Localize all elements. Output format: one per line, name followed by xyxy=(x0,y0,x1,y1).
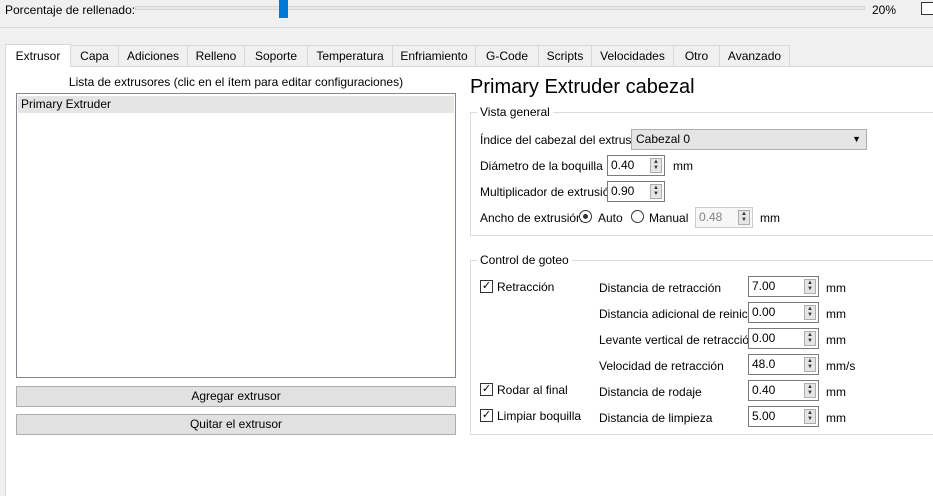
spin-arrows-icon[interactable]: ▲ ▼ xyxy=(650,158,662,173)
width-unit: mm xyxy=(760,211,780,225)
spin-arrows-icon[interactable]: ▲ ▼ xyxy=(650,184,662,199)
ooze-field-label: Distancia adicional de reinicio xyxy=(599,307,758,321)
tab-enfriamiento[interactable]: Enfriamiento xyxy=(393,45,476,67)
spin-arrows-icon: ▲ ▼ xyxy=(738,210,750,225)
ooze-field-unit: mm xyxy=(826,385,846,399)
ooze-field-unit: mm xyxy=(826,307,846,321)
ooze-field-unit: mm xyxy=(826,333,846,347)
manual-radio[interactable] xyxy=(631,210,644,223)
wipe-checkbox[interactable]: ✓ xyxy=(480,409,493,422)
nozzle-value: 0.40 xyxy=(611,158,635,172)
wipe-label: Limpiar boquilla xyxy=(497,409,582,423)
retraction-label: Retracción xyxy=(497,280,555,294)
head-index-label: Índice del cabezal del extrusor xyxy=(480,133,643,147)
ooze-field-unit: mm xyxy=(826,411,846,425)
ooze-field-value: 0.00 xyxy=(752,305,776,319)
retraction-checkbox[interactable]: ✓ xyxy=(480,280,493,293)
ooze-field-unit: mm xyxy=(826,281,846,295)
head-index-select[interactable]: Cabezal 0 ▼ xyxy=(631,129,867,150)
divider xyxy=(0,27,933,28)
overview-title: Vista general xyxy=(477,105,553,119)
ooze-field-value: 0.40 xyxy=(752,383,776,397)
ooze-field-unit: mm/s xyxy=(826,359,856,373)
ooze-field-label: Velocidad de retracción xyxy=(599,359,724,373)
ooze-field-label: Levante vertical de retracción xyxy=(599,333,756,347)
ooze-field-input[interactable]: 48.0 ▲ ▼ xyxy=(748,354,819,375)
extruder-list[interactable]: Primary Extruder xyxy=(16,93,456,378)
auto-radio[interactable] xyxy=(579,210,592,223)
chevron-down-icon: ▼ xyxy=(852,134,861,144)
multiplier-label: Multiplicador de extrusión xyxy=(480,185,617,199)
width-label: Ancho de extrusión xyxy=(480,211,583,225)
tab-temperatura[interactable]: Temperatura xyxy=(308,45,393,67)
ooze-field-value: 0.00 xyxy=(752,331,776,345)
coast-label: Rodar al final xyxy=(497,383,568,397)
remove-extruder-button[interactable]: Quitar el extrusor xyxy=(16,414,456,435)
ooze-field-input[interactable]: 7.00 ▲ ▼ xyxy=(748,276,819,297)
manual-width-input: 0.48 ▲ ▼ xyxy=(695,207,753,228)
ooze-title: Control de goteo xyxy=(477,253,572,267)
nozzle-unit: mm xyxy=(673,159,693,173)
multiplier-value: 0.90 xyxy=(611,184,635,198)
ooze-field-value: 48.0 xyxy=(752,357,776,371)
fill-slider-thumb[interactable] xyxy=(279,0,288,18)
tab-avanzado[interactable]: Avanzado xyxy=(720,45,790,67)
extruder-list-label: Lista de extrusores (clic en el ítem par… xyxy=(68,75,404,89)
nozzle-label: Diámetro de la boquilla xyxy=(480,159,603,173)
fill-slider[interactable] xyxy=(135,6,865,10)
page-title: Primary Extruder cabezal xyxy=(470,76,695,98)
ooze-field-input[interactable]: 5.00 ▲ ▼ xyxy=(748,406,819,427)
tab-capa[interactable]: Capa xyxy=(71,45,119,67)
ooze-field-input[interactable]: 0.40 ▲ ▼ xyxy=(748,380,819,401)
tab-extrusor[interactable]: Extrusor xyxy=(5,44,71,67)
head-index-value: Cabezal 0 xyxy=(636,132,691,146)
ooze-field-value: 5.00 xyxy=(752,409,776,423)
multiplier-input[interactable]: 0.90 ▲ ▼ xyxy=(607,181,665,202)
ooze-field-label: Distancia de limpieza xyxy=(599,411,713,425)
nozzle-input[interactable]: 0.40 ▲ ▼ xyxy=(607,155,665,176)
manual-width-value: 0.48 xyxy=(699,210,723,224)
ooze-field-label: Distancia de rodaje xyxy=(599,385,702,399)
top-checkbox[interactable] xyxy=(921,2,933,15)
spin-arrows-icon[interactable]: ▲ ▼ xyxy=(804,357,816,372)
spin-arrows-icon[interactable]: ▲ ▼ xyxy=(804,331,816,346)
tab-bar: Extrusor Capa Adiciones Relleno Soporte … xyxy=(5,44,790,67)
spin-arrows-icon[interactable]: ▲ ▼ xyxy=(804,279,816,294)
fill-label: Porcentaje de rellenado: xyxy=(5,3,136,17)
tab-scripts[interactable]: Scripts xyxy=(539,45,592,67)
fill-value: 20% xyxy=(872,3,897,17)
tab-adiciones[interactable]: Adiciones xyxy=(119,45,188,67)
ooze-field-label: Distancia de retracción xyxy=(599,281,722,295)
tab-velocidades[interactable]: Velocidades xyxy=(592,45,674,67)
tab-gcode[interactable]: G-Code xyxy=(476,45,539,67)
spin-arrows-icon[interactable]: ▲ ▼ xyxy=(804,383,816,398)
auto-label: Auto xyxy=(598,211,623,225)
ooze-field-input[interactable]: 0.00 ▲ ▼ xyxy=(748,302,819,323)
tab-soporte[interactable]: Soporte xyxy=(245,45,308,67)
ooze-field-input[interactable]: 0.00 ▲ ▼ xyxy=(748,328,819,349)
ooze-field-value: 7.00 xyxy=(752,279,776,293)
tab-otro[interactable]: Otro xyxy=(674,45,720,67)
manual-label: Manual xyxy=(649,211,689,225)
tab-relleno[interactable]: Relleno xyxy=(188,45,245,67)
coast-checkbox[interactable]: ✓ xyxy=(480,383,493,396)
spin-arrows-icon[interactable]: ▲ ▼ xyxy=(804,305,816,320)
spin-arrows-icon[interactable]: ▲ ▼ xyxy=(804,409,816,424)
add-extruder-button[interactable]: Agregar extrusor xyxy=(16,386,456,407)
list-item[interactable]: Primary Extruder xyxy=(18,96,454,113)
